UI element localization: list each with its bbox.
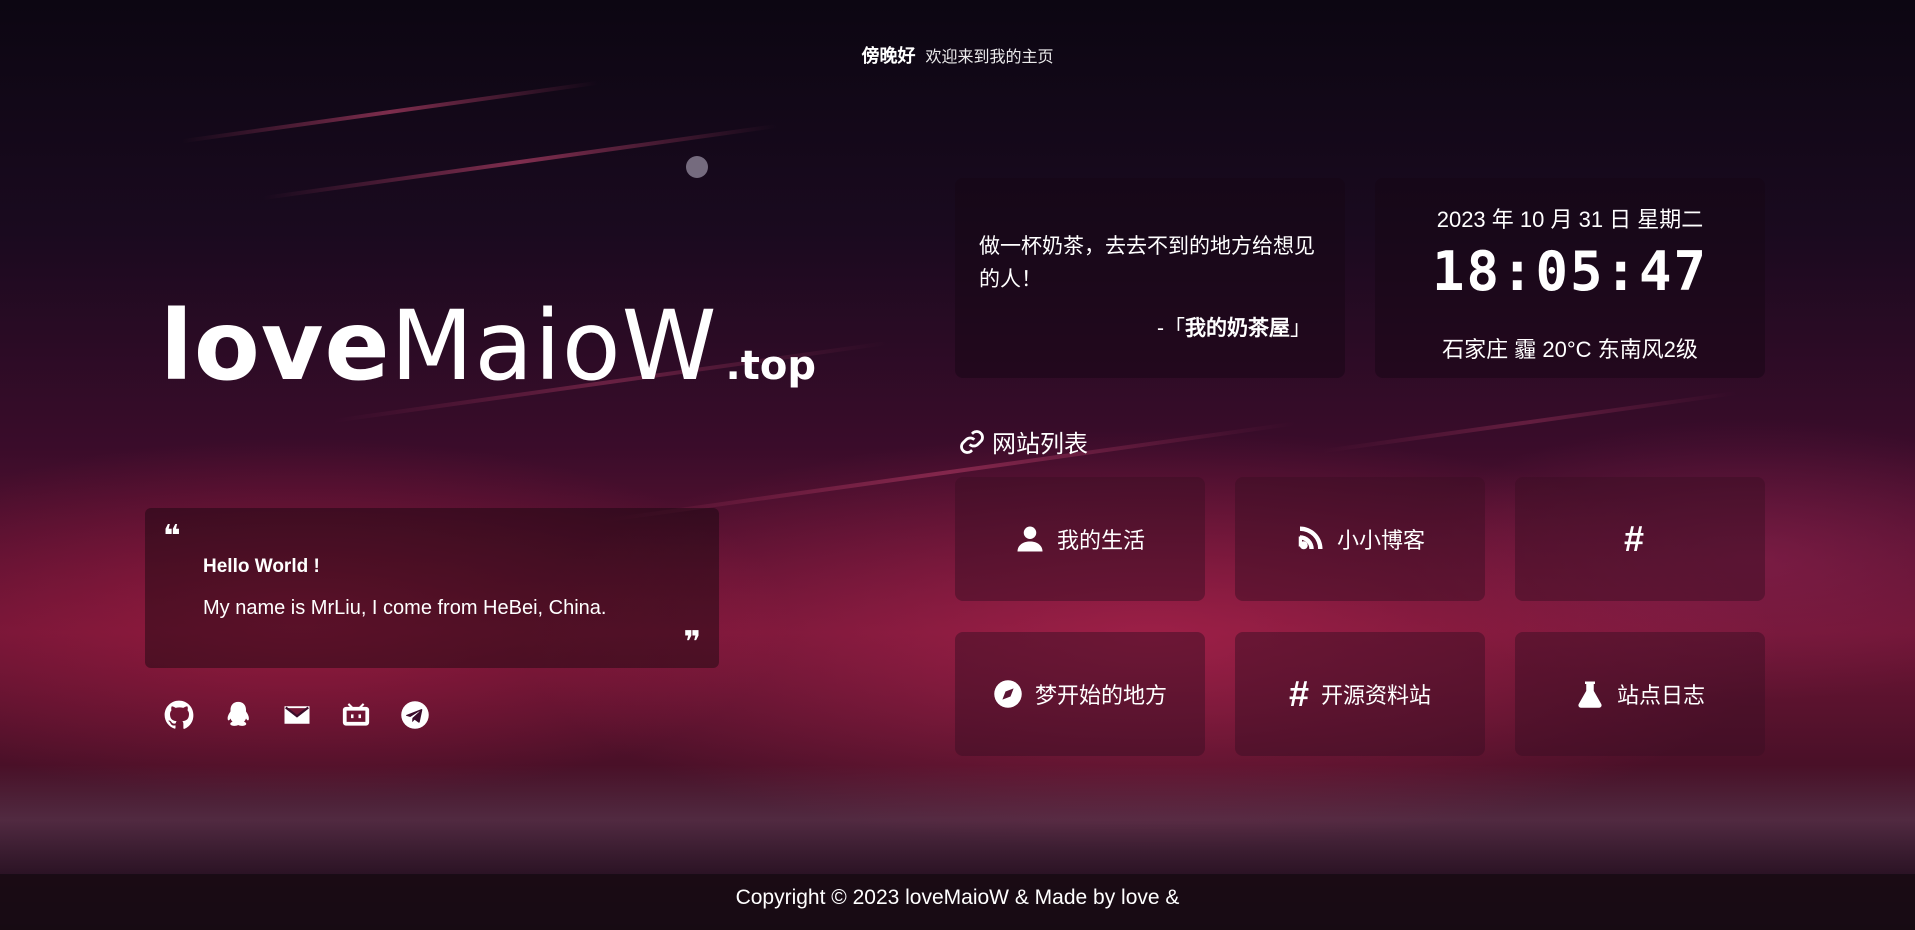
intro-line-bio: My name is MrLiu, I come from HeBei, Chi… (203, 597, 607, 619)
greeting-welcome: 欢迎来到我的主页 (925, 49, 1054, 66)
link-open-source[interactable]: # 开源资料站 (1235, 632, 1485, 756)
weather-text: 石家庄 霾 20°C 东南风2级 (1442, 337, 1698, 362)
quote-source-prefix: -「 (1157, 317, 1185, 340)
link-dream-start[interactable]: 梦开始的地方 (955, 632, 1205, 756)
time-weather-card: 2023 年 10 月 31 日 星期二 18:05:47 石家庄 霾 20°C… (1375, 178, 1765, 378)
quote-source: -「我的奶茶屋」 (1157, 312, 1311, 342)
logo-part-love: love (160, 290, 391, 402)
intro-card: ❝ Hello World ! My name is MrLiu, I come… (145, 508, 719, 668)
link-label: 开源资料站 (1321, 683, 1432, 708)
close-quote-icon: ❞ (683, 626, 701, 659)
site-logo: loveMaioW .top (160, 290, 816, 402)
greeting: 傍晚好 欢迎来到我的主页 (0, 42, 1915, 68)
qq-icon[interactable] (221, 698, 255, 732)
link-icon (960, 429, 984, 454)
quote-card: 做一杯奶茶，去去不到的地方给想见的人！ -「我的奶茶屋」 (955, 178, 1345, 378)
link-site-log[interactable]: 站点日志 (1515, 632, 1765, 756)
open-quote-icon: ❝ (163, 520, 181, 553)
github-icon[interactable] (162, 698, 196, 732)
user-icon (1017, 526, 1043, 552)
telegram-icon[interactable] (398, 698, 432, 732)
logo-tld: .top (725, 343, 816, 389)
link-label: 我的生活 (1056, 528, 1145, 553)
cloud-band (0, 765, 1915, 875)
quote-source-suffix: 」 (1290, 317, 1311, 340)
link-label: 梦开始的地方 (1034, 683, 1167, 708)
bilibili-icon[interactable] (339, 698, 373, 732)
link-label: 站点日志 (1616, 683, 1705, 708)
quote-text: 做一杯奶茶，去去不到的地方给想见的人！ (979, 235, 1315, 291)
logo-part-maiow: MaioW (390, 290, 718, 402)
light-streak (1321, 390, 1739, 454)
blog-icon (1298, 526, 1323, 550)
quote-source-name: 我的奶茶屋 (1185, 317, 1290, 340)
compass-icon (994, 680, 1022, 708)
footer: Copyright © 2023 loveMaioW & Made by lov… (0, 874, 1915, 930)
link-hash[interactable]: # (1515, 477, 1765, 601)
light-streak (181, 80, 599, 144)
social-links (162, 698, 457, 732)
email-icon[interactable] (280, 698, 314, 732)
intro-line-hello: Hello World ! (203, 556, 320, 577)
site-list-title: 网站列表 (958, 424, 1088, 459)
page: 傍晚好 欢迎来到我的主页 loveMaioW .top ❝ Hello World … (0, 0, 1915, 930)
date-text: 2023 年 10 月 31 日 星期二 (1436, 207, 1704, 232)
clock: 18:05:47 (1431, 240, 1709, 303)
hash-icon: # (1288, 673, 1309, 714)
moon-dot (686, 156, 708, 178)
link-blog[interactable]: 小小博客 (1235, 477, 1485, 601)
flask-icon (1578, 681, 1602, 708)
link-my-life[interactable]: 我的生活 (955, 477, 1205, 601)
site-list-label: 网站列表 (992, 431, 1088, 458)
link-label: 小小博客 (1336, 528, 1425, 553)
copyright-text: Copyright © 2023 loveMaioW & Made by lov… (735, 886, 1180, 909)
greeting-time: 傍晚好 (861, 46, 916, 66)
logo-name: loveMaioW (160, 290, 718, 402)
hash-icon: # (1623, 518, 1645, 559)
